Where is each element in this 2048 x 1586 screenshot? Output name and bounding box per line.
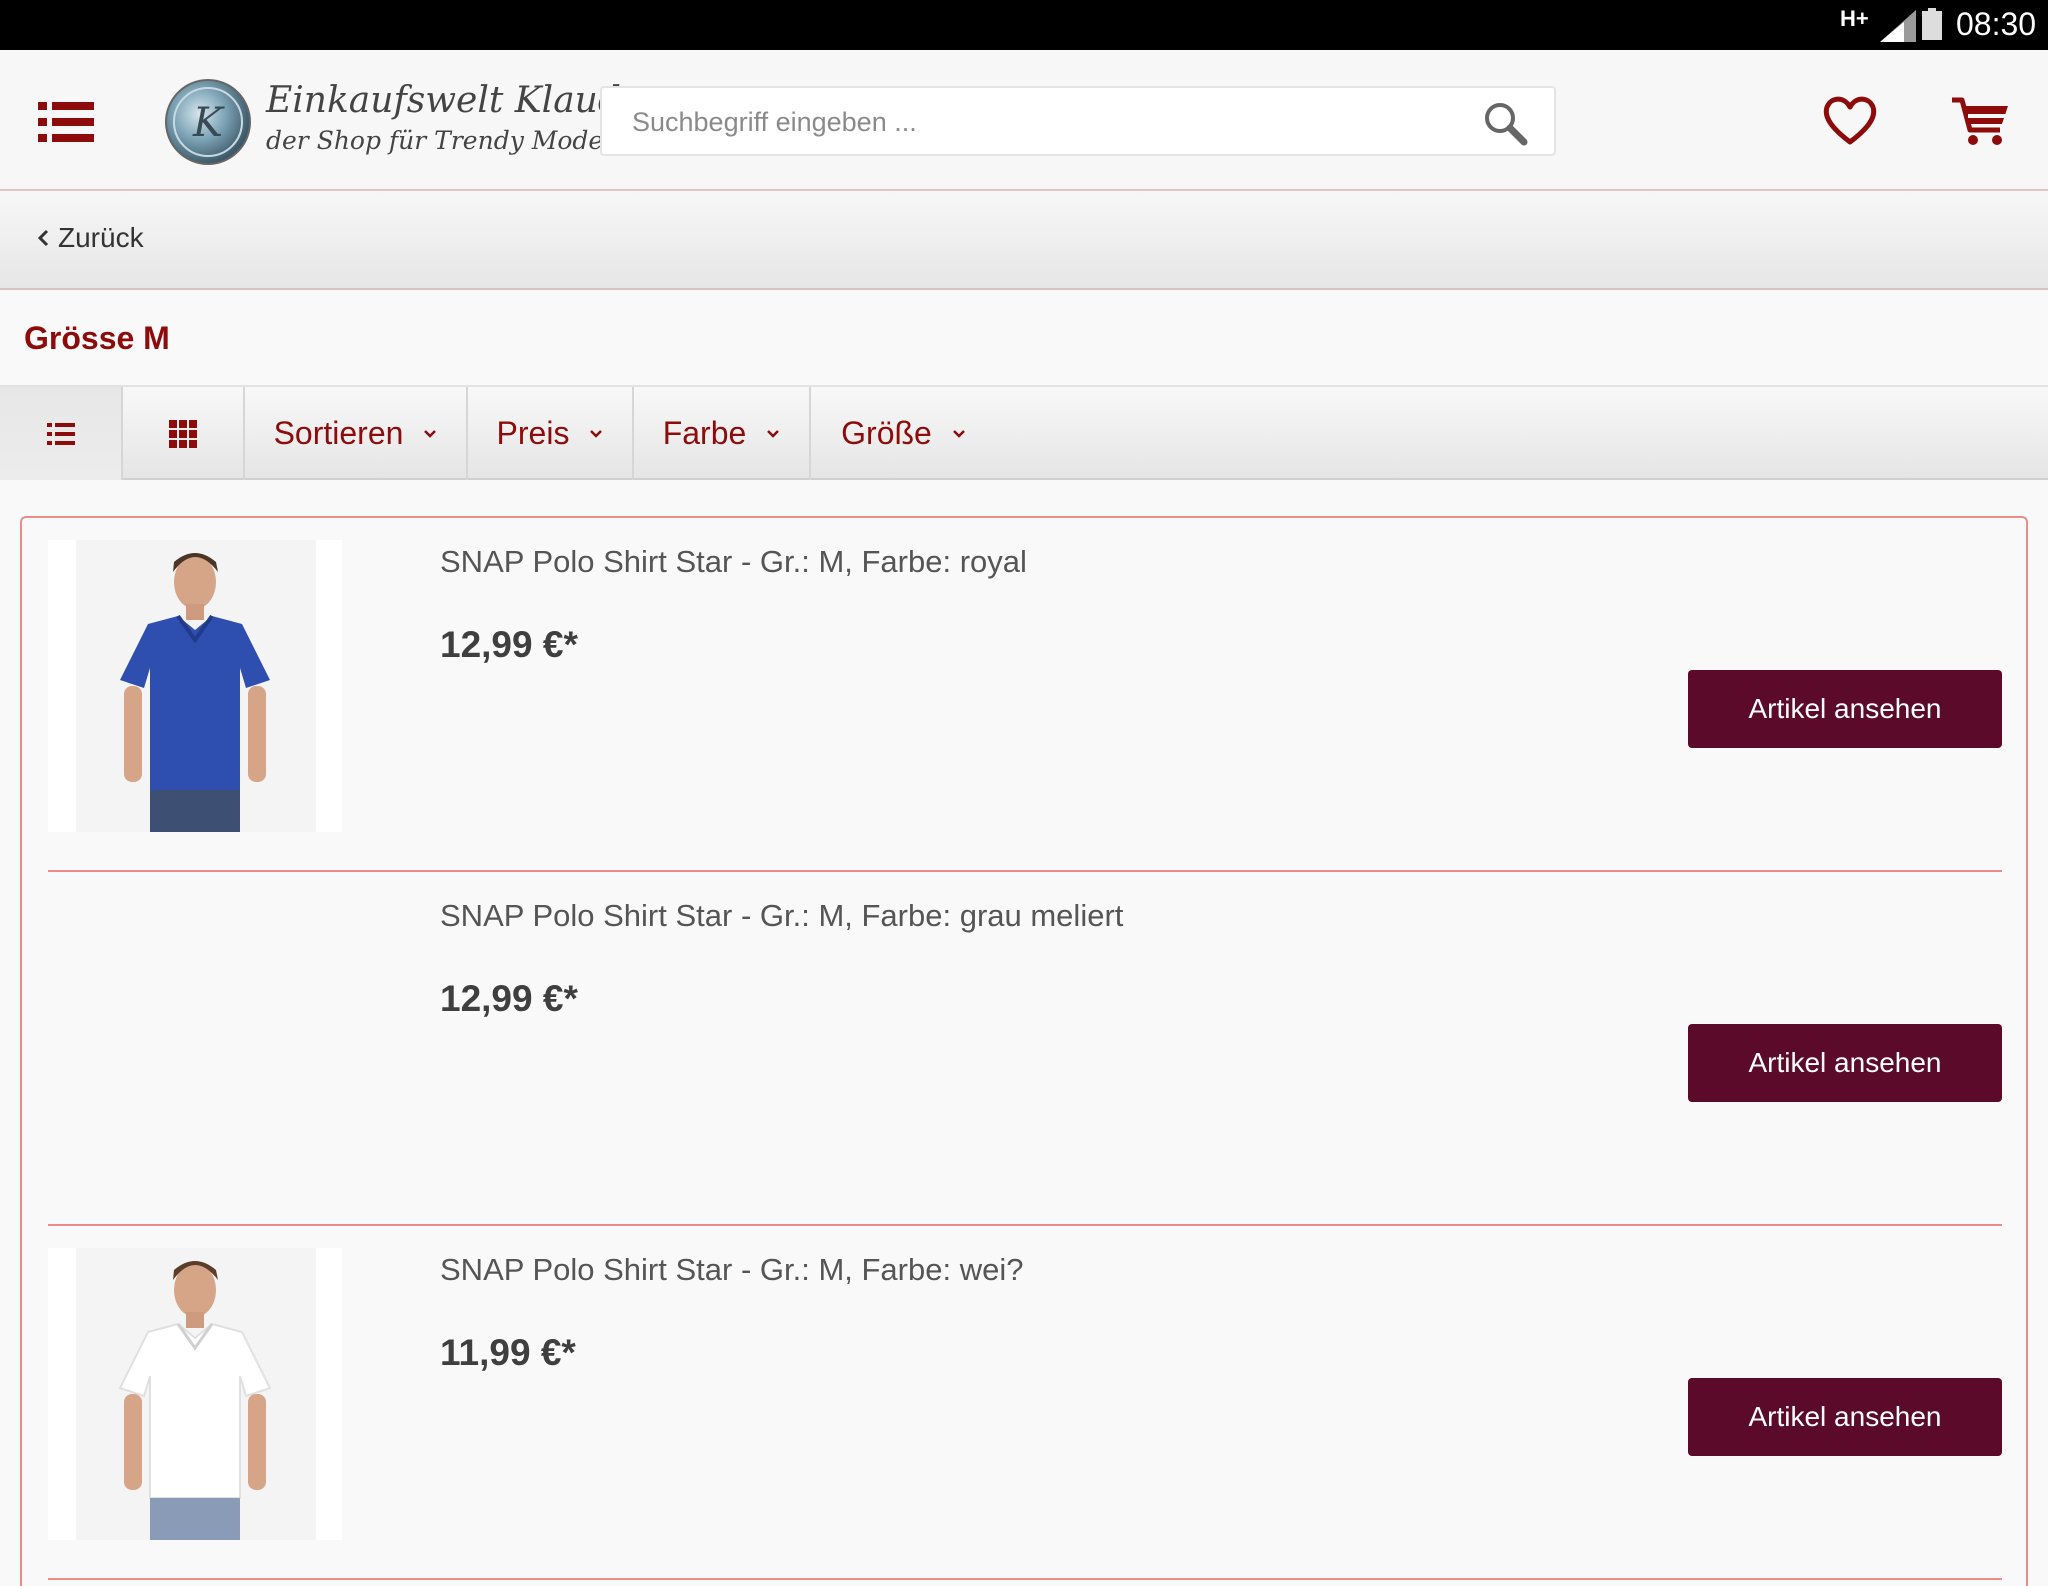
site-header: K Einkaufswelt Klaudy der Shop für Trend… bbox=[0, 50, 2048, 191]
list-view-icon bbox=[46, 422, 75, 445]
product-image[interactable] bbox=[48, 540, 342, 832]
product-item: SNAP Polo Shirt Star - Gr.: M, Farbe: gr… bbox=[48, 872, 2002, 1226]
cart-icon[interactable] bbox=[1950, 94, 2010, 148]
list-view-button[interactable] bbox=[0, 387, 123, 480]
sort-dropdown[interactable]: Sortieren bbox=[245, 387, 468, 480]
battery-icon bbox=[1922, 8, 1942, 40]
search-icon[interactable] bbox=[1480, 98, 1530, 148]
sort-label: Sortieren bbox=[273, 415, 404, 451]
product-price: 12,99 €* bbox=[440, 978, 578, 1019]
chevron-down-icon bbox=[767, 429, 780, 438]
price-filter-label: Preis bbox=[496, 415, 570, 451]
size-filter-dropdown[interactable]: Größe bbox=[811, 387, 996, 480]
svg-text:K: K bbox=[192, 100, 225, 146]
product-name[interactable]: SNAP Polo Shirt Star - Gr.: M, Farbe: gr… bbox=[440, 898, 1123, 934]
chevron-down-icon bbox=[424, 429, 437, 438]
chevron-down-icon bbox=[590, 429, 603, 438]
search-box bbox=[600, 86, 1556, 156]
menu-icon[interactable] bbox=[38, 100, 94, 144]
price-filter-dropdown[interactable]: Preis bbox=[468, 387, 634, 480]
product-item: SNAP Polo Shirt Star - Gr.: M, Farbe: we… bbox=[48, 1226, 2002, 1580]
filter-toolbar: Sortieren Preis Farbe Größe bbox=[0, 385, 2048, 480]
back-link[interactable]: Zurück bbox=[36, 222, 144, 254]
search-input[interactable] bbox=[632, 100, 1452, 144]
back-label: Zurück bbox=[58, 222, 144, 253]
chevron-left-icon bbox=[37, 229, 49, 247]
back-bar: Zurück bbox=[0, 192, 2048, 290]
product-price: 11,99 €* bbox=[440, 1332, 576, 1373]
view-product-button[interactable]: Artikel ansehen bbox=[1688, 1378, 2002, 1456]
status-bar: H+ 08:30 bbox=[0, 0, 2048, 50]
logo-title: Einkaufswelt Klaudy bbox=[266, 80, 642, 121]
product-list: SNAP Polo Shirt Star - Gr.: M, Farbe: ro… bbox=[20, 516, 2028, 1586]
network-type: H+ bbox=[1840, 6, 1869, 31]
grid-view-icon bbox=[169, 419, 197, 448]
grid-view-button[interactable] bbox=[123, 387, 245, 480]
shop-logo[interactable]: K Einkaufswelt Klaudy der Shop für Trend… bbox=[160, 74, 641, 166]
view-product-button[interactable]: Artikel ansehen bbox=[1688, 1024, 2002, 1102]
category-title: Grösse M bbox=[24, 320, 170, 356]
product-image[interactable] bbox=[48, 1248, 342, 1540]
product-name[interactable]: SNAP Polo Shirt Star - Gr.: M, Farbe: we… bbox=[440, 1252, 1023, 1288]
heart-icon[interactable] bbox=[1822, 94, 1878, 146]
view-product-button[interactable]: Artikel ansehen bbox=[1688, 670, 2002, 748]
size-filter-label: Größe bbox=[841, 415, 932, 451]
logo-seal-icon: K bbox=[165, 79, 251, 165]
signal-icon bbox=[1880, 10, 1916, 42]
clock: 08:30 bbox=[1956, 6, 2037, 42]
product-price: 12,99 €* bbox=[440, 624, 578, 665]
color-filter-dropdown[interactable]: Farbe bbox=[634, 387, 811, 480]
chevron-down-icon bbox=[952, 429, 965, 438]
color-filter-label: Farbe bbox=[662, 415, 747, 451]
product-item: SNAP Polo Shirt Star - Gr.: M, Farbe: ro… bbox=[48, 518, 2002, 872]
product-name[interactable]: SNAP Polo Shirt Star - Gr.: M, Farbe: ro… bbox=[440, 544, 1027, 580]
logo-tagline: der Shop für Trendy Mode bbox=[266, 126, 604, 155]
